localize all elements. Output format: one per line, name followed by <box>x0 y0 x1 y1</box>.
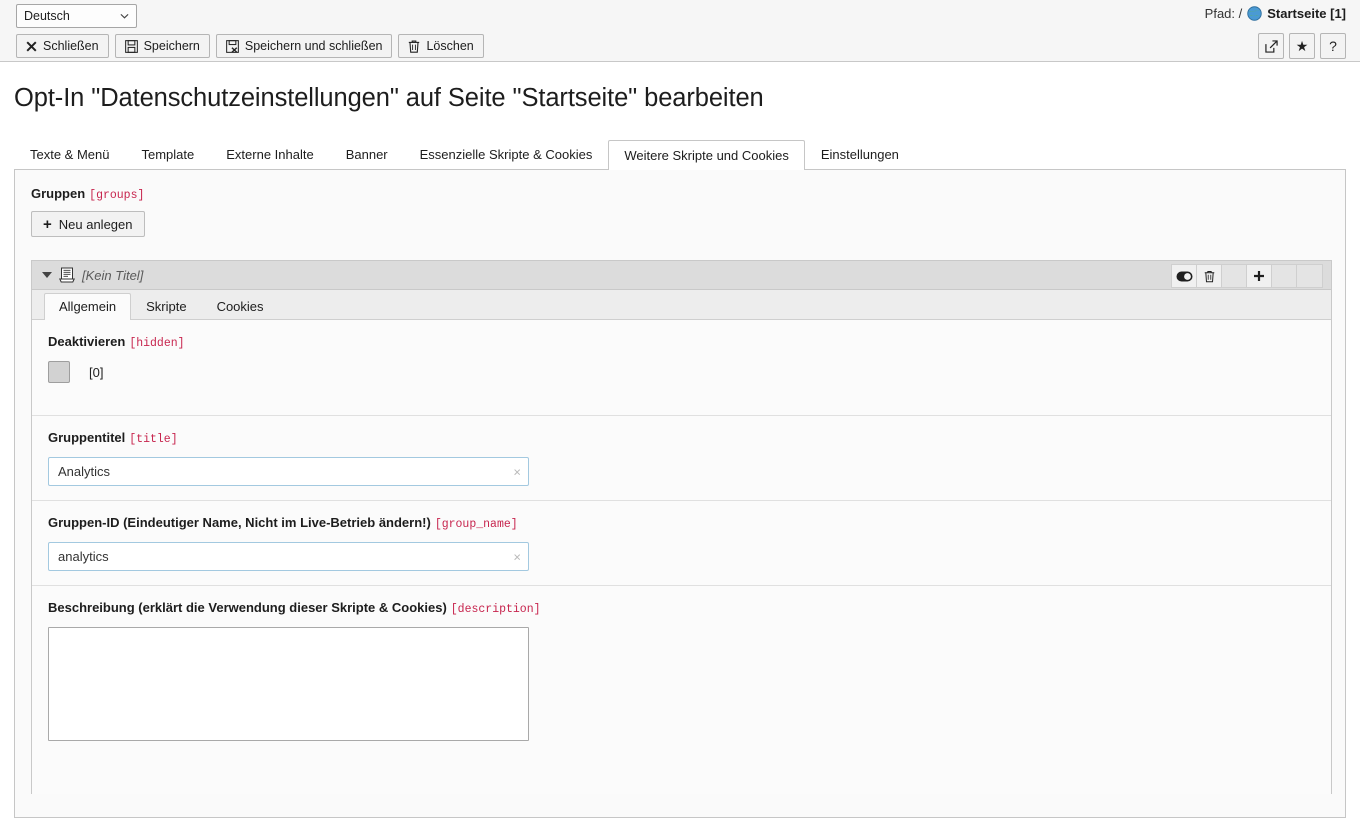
close-button-label: Schließen <box>43 39 99 53</box>
save-button-label: Speichern <box>144 39 200 53</box>
group-tab-cookies[interactable]: Cookies <box>202 293 279 319</box>
field-description-body <box>48 627 1331 744</box>
group-title: [Kein Titel] <box>82 268 143 283</box>
toolbar: Deutsch Schließen Speichern <box>0 0 1360 62</box>
close-button[interactable]: Schließen <box>16 34 109 58</box>
tab-banner[interactable]: Banner <box>330 140 404 169</box>
group-card: [Kein Titel] <box>31 260 1332 794</box>
tab-essenzielle-skripte-cookies[interactable]: Essenzielle Skripte & Cookies <box>404 140 609 169</box>
collapse-caret-icon[interactable] <box>42 272 52 278</box>
delete-button[interactable]: Löschen <box>398 34 483 58</box>
delete-group-icon[interactable] <box>1197 265 1222 287</box>
tab-einstellungen[interactable]: Einstellungen <box>805 140 915 169</box>
field-title: Gruppentitel [title] × <box>32 416 1331 501</box>
breadcrumb-prefix: Pfad: / <box>1205 6 1243 21</box>
field-group-name-label-text: Gruppen-ID (Eindeutiger Name, Nicht im L… <box>48 515 431 530</box>
trash-icon <box>408 40 420 53</box>
save-button[interactable]: Speichern <box>115 34 210 58</box>
field-description-label-text: Beschreibung (erklärt die Verwendung die… <box>48 600 447 615</box>
field-group-name-label: Gruppen-ID (Eindeutiger Name, Nicht im L… <box>48 515 1331 531</box>
breadcrumb: Pfad: / Startseite [1] <box>1205 6 1346 21</box>
article-icon <box>59 267 75 283</box>
save-and-close-button-label: Speichern und schließen <box>245 39 383 53</box>
breadcrumb-page: Startseite [1] <box>1267 6 1346 21</box>
toolbar-spacer-3 <box>1297 265 1322 287</box>
main-tab-bar: Texte & Menü Template Externe Inhalte Ba… <box>14 141 1346 170</box>
globe-icon <box>1247 6 1262 21</box>
help-glyph: ? <box>1329 38 1337 54</box>
tab-texte-menu[interactable]: Texte & Menü <box>14 140 126 169</box>
star-icon[interactable]: ★ <box>1289 33 1315 59</box>
page-title: Opt-In "Datenschutzeinstellungen" auf Se… <box>14 84 764 113</box>
add-group-button[interactable]: + Neu anlegen <box>31 211 145 237</box>
group-tab-bar: Allgemein Skripte Cookies <box>32 290 1331 320</box>
field-hidden-label-text: Deaktivieren <box>48 334 125 349</box>
field-group-name-body: × <box>48 542 1331 571</box>
title-input[interactable] <box>48 457 529 486</box>
group-tab-content: Deaktivieren [hidden] [0] Gruppentitel [ti… <box>32 320 1331 794</box>
toolbar-spacer-1 <box>1222 265 1247 287</box>
field-hidden-body: [0] <box>48 361 1331 383</box>
groups-code-tag: [groups] <box>89 189 144 202</box>
add-group-button-label: Neu anlegen <box>59 217 133 232</box>
floppy-disk-icon <box>125 40 138 53</box>
action-button-row: Schließen Speichern Speichern und schlie… <box>16 34 490 58</box>
toggle-switch-icon[interactable] <box>1172 265 1197 287</box>
tab-weitere-skripte-und-cookies[interactable]: Weitere Skripte und Cookies <box>608 140 805 170</box>
group-header: [Kein Titel] <box>32 261 1331 290</box>
title-clear-icon[interactable]: × <box>513 465 521 478</box>
field-title-code-tag: [title] <box>129 433 177 446</box>
external-link-glyph <box>1265 40 1278 53</box>
tab-externe-inhalte[interactable]: Externe Inhalte <box>210 140 329 169</box>
groups-label-text: Gruppen <box>31 186 85 201</box>
star-glyph: ★ <box>1296 38 1309 55</box>
tab-template[interactable]: Template <box>126 140 211 169</box>
plus-icon <box>1253 270 1265 282</box>
description-textarea[interactable] <box>48 627 529 741</box>
main-panel: Gruppen [groups] + Neu anlegen [Kein Tite… <box>14 170 1346 818</box>
topbar-icon-buttons: ★ ? <box>1258 33 1346 59</box>
toolbar-spacer-2 <box>1272 265 1297 287</box>
field-description-label: Beschreibung (erklärt die Verwendung die… <box>48 600 1331 616</box>
hidden-checkbox[interactable] <box>48 361 70 383</box>
field-hidden-label: Deaktivieren [hidden] <box>48 334 1331 350</box>
field-title-label: Gruppentitel [title] <box>48 430 1331 446</box>
external-link-icon[interactable] <box>1258 33 1284 59</box>
add-group-inline-icon[interactable] <box>1247 265 1272 287</box>
title-input-wrap: × <box>48 457 529 486</box>
save-and-close-button[interactable]: Speichern und schließen <box>216 34 393 58</box>
field-group-name: Gruppen-ID (Eindeutiger Name, Nicht im L… <box>32 501 1331 586</box>
field-hidden-code-tag: [hidden] <box>129 337 184 350</box>
group-toolbar <box>1171 264 1323 288</box>
field-description-code-tag: [description] <box>451 603 541 616</box>
field-description: Beschreibung (erklärt die Verwendung die… <box>32 586 1331 758</box>
field-title-label-text: Gruppentitel <box>48 430 125 445</box>
field-title-body: × <box>48 457 1331 486</box>
toggle-switch-glyph <box>1176 271 1193 282</box>
field-hidden: Deaktivieren [hidden] [0] <box>32 320 1331 416</box>
floppy-disk-close-icon <box>226 40 239 53</box>
group-name-clear-icon[interactable]: × <box>513 550 521 563</box>
chevron-down-icon <box>120 12 129 21</box>
trash-icon <box>1204 270 1215 283</box>
help-icon[interactable]: ? <box>1320 33 1346 59</box>
plus-icon: + <box>43 217 52 232</box>
group-tab-skripte[interactable]: Skripte <box>131 293 201 319</box>
delete-button-label: Löschen <box>426 39 473 53</box>
group-name-input[interactable] <box>48 542 529 571</box>
group-name-input-wrap: × <box>48 542 529 571</box>
field-group-name-code-tag: [group_name] <box>435 518 518 531</box>
close-x-icon <box>26 41 37 52</box>
group-tab-allgemein[interactable]: Allgemein <box>44 293 131 320</box>
language-select-value: Deutsch <box>24 9 70 23</box>
language-select[interactable]: Deutsch <box>16 4 137 28</box>
hidden-checkbox-value: [0] <box>89 365 103 380</box>
groups-section-label: Gruppen [groups] <box>31 186 1345 202</box>
